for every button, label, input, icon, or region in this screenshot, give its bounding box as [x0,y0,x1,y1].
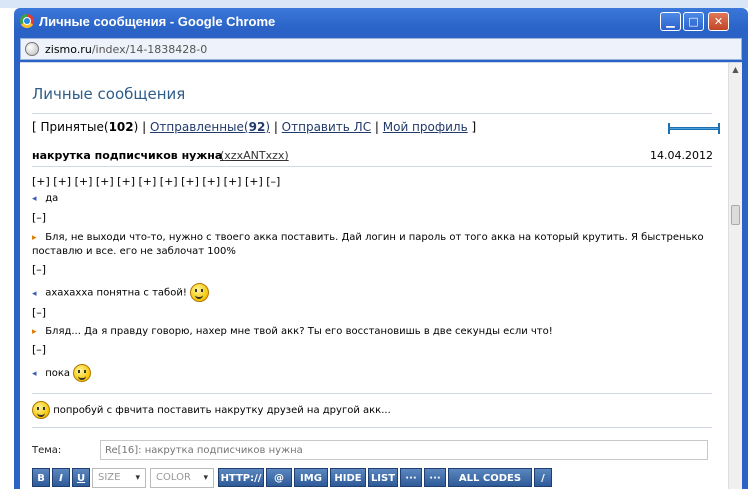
img-button[interactable]: IMG [294,468,328,487]
incoming-arrow-icon: ◂ [32,194,37,204]
list-button[interactable]: LIST [368,468,398,487]
more-button[interactable]: ··· [400,468,422,487]
incoming-arrow-icon: ◂ [32,288,37,299]
outgoing-arrow-icon: ▸ [32,233,37,243]
more-button[interactable]: ··· [424,468,446,487]
scroll-up-icon[interactable]: ▲ [729,63,742,76]
globe-icon [25,42,39,56]
pm-nav: [ Принятые(102) | Отправленные(92) | Отп… [32,120,477,134]
divider [32,113,712,114]
tab-sent[interactable]: Отправленные(92) [150,120,270,134]
chevron-down-icon: ▾ [135,473,140,483]
expand-controls[interactable]: [+] [+] [+] [+] [+] [+] [+] [+] [+] [+] … [32,175,280,188]
smiley-icon [73,364,92,382]
email-button[interactable]: @ [266,468,292,487]
message-row: ◂ да [32,192,712,206]
hide-button[interactable]: HIDE [330,468,366,487]
page-content: Личные сообщения [ Принятые(102) | Отпра… [22,63,722,489]
url-text[interactable]: zismo.ru/index/14-1838428-0 [45,43,207,56]
send-pm-link[interactable]: Отправить ЛС [282,120,371,134]
sent-count: 92 [248,120,266,134]
chrome-logo-icon [20,14,34,28]
resize-slider-icon[interactable] [668,123,720,134]
message-text: да [45,193,59,204]
close-tag-button[interactable]: / [534,468,552,487]
last-message-text: попробуй с фвчита поставить накрутку дру… [53,405,391,416]
window-title: Личные сообщения - Google Chrome [39,14,276,29]
divider [32,393,712,394]
my-profile-link[interactable]: Мой профиль [383,120,468,134]
size-select[interactable]: SIZE ▾ [92,468,146,488]
page-title: Личные сообщения [32,85,186,103]
title-bar: Личные сообщения - Google Chrome ▁ □ ✕ [14,8,748,34]
message-row: ◂ ахахахха понятна с табой! [32,283,712,302]
message-text: ахахахха понятна с табой! [45,287,187,299]
nav-bracket-open: [ [32,120,37,134]
thread-subject: накрутка подписчиков нужна [32,149,223,162]
message-text: Бляд... Да я правду говорю, нахер мне тв… [45,326,553,337]
smiley-icon [32,401,50,419]
bold-button[interactable]: B [32,468,50,487]
thread-author-link[interactable]: (xzxANTxzx) [220,149,289,162]
incoming-arrow-icon: ◂ [32,369,37,379]
message-row: ▸ Бляд... Да я правду говорю, нахер мне … [32,325,712,339]
minimize-button[interactable]: ▁ [660,12,681,31]
tab-inbox[interactable]: Принятые(102) [41,120,139,134]
collapse-toggle[interactable]: [–] [32,263,46,276]
underline-button[interactable]: U [72,468,90,487]
divider [32,427,712,428]
last-message: попробуй с фвчита поставить накрутку дру… [32,401,391,419]
chrome-window: Личные сообщения - Google Chrome ▁ □ ✕ z… [14,8,748,489]
outgoing-arrow-icon: ▸ [32,327,37,337]
vertical-scrollbar[interactable]: ▲ [728,63,742,489]
close-button[interactable]: ✕ [708,12,729,31]
inbox-count: 102 [108,120,134,134]
thread-date: 14.04.2012 [650,149,713,162]
scroll-thumb[interactable] [731,205,740,225]
color-select[interactable]: COLOR ▾ [150,468,214,488]
all-codes-button[interactable]: ALL CODES [448,468,532,487]
message-text: пока [45,368,71,379]
divider [32,166,712,167]
collapse-toggle[interactable]: [–] [32,306,46,319]
collapse-toggle[interactable]: [–] [32,211,46,224]
message-row: ▸ Бля, не выходи что-то, нужно с твоего … [32,231,712,258]
nav-bracket-close: ] [471,120,477,134]
collapse-toggle[interactable]: [–] [32,343,46,356]
subject-input[interactable] [100,440,708,460]
maximize-button[interactable]: □ [683,12,704,31]
italic-button[interactable]: I [52,468,70,487]
message-row: ◂ пока [32,364,712,382]
chevron-down-icon: ▾ [203,473,208,483]
address-bar[interactable]: zismo.ru/index/14-1838428-0 [20,38,742,60]
message-text: Бля, не выходи что-то, нужно с твоего ак… [32,232,704,257]
desktop-strip [0,0,748,8]
subject-label: Тема: [32,445,62,456]
page-viewport: Личные сообщения [ Принятые(102) | Отпра… [20,62,742,489]
http-button[interactable]: HTTP:// [218,468,264,487]
smiley-icon [190,283,210,302]
